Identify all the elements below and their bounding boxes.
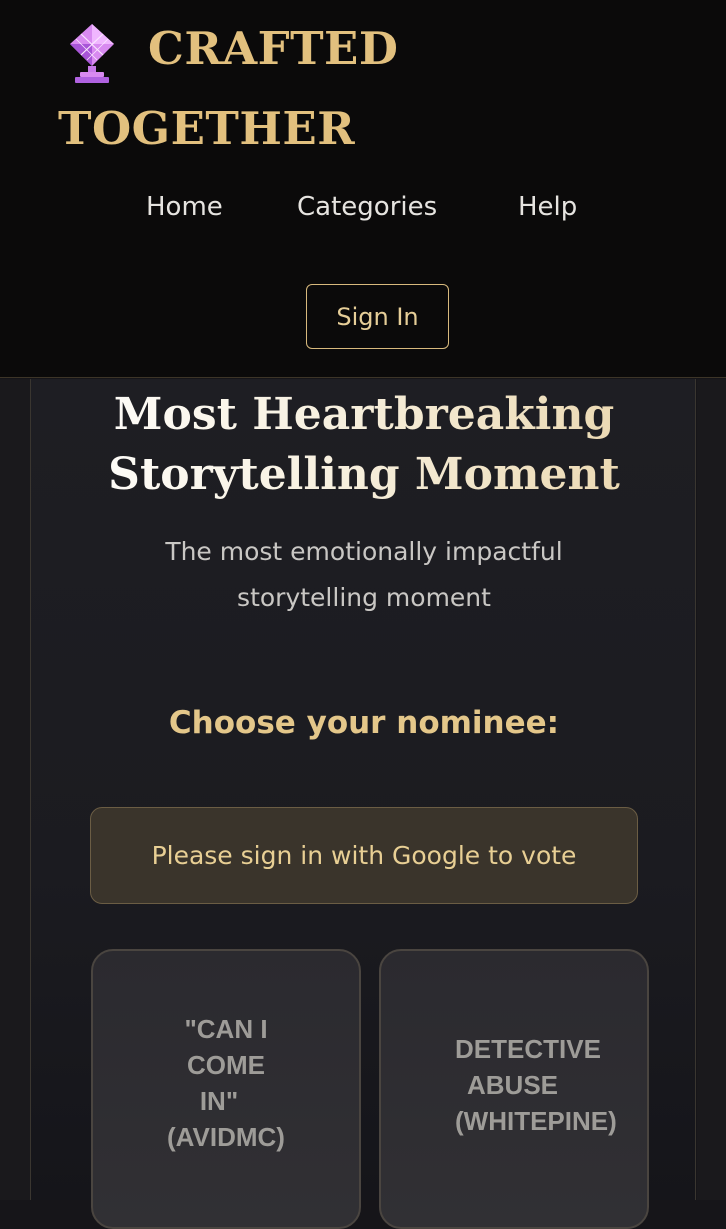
site-header: CRAFTED TOGETHER Home Categories Help Si… <box>0 0 726 378</box>
nominee-label-line2: ABUSE <box>467 1070 559 1100</box>
brand-name-line1: CRAFTED <box>148 22 399 75</box>
nav-home[interactable]: Home <box>146 192 223 222</box>
category-title-line2: Storytelling Moment <box>108 449 620 500</box>
nominee-label-line1: DETECTIVE <box>455 1034 601 1064</box>
page-gutter-right <box>697 379 726 1200</box>
main-nav: Home Categories Help <box>0 192 726 232</box>
category-description-line2: storytelling moment <box>237 583 491 612</box>
category-panel: Most Heartbreaking Storytelling Moment T… <box>30 379 697 1229</box>
nominee-card[interactable]: "CAN I COME IN" (AVIDMC) <box>91 949 361 1229</box>
nominee-label-line3: IN" <box>199 1086 239 1116</box>
nominee-label: DETECTIVE ABUSE (WHITEPINE) <box>455 1031 617 1139</box>
choose-nominee-heading: Choose your nominee: <box>168 705 560 741</box>
brand-name-line2: TOGETHER <box>58 102 356 155</box>
trophy-crystal-icon <box>70 24 114 83</box>
category-title: Most Heartbreaking Storytelling Moment <box>31 385 697 505</box>
category-title-line1: Most Heartbreaking <box>113 389 615 440</box>
nominee-label-line4: (AVIDMC) <box>167 1122 285 1152</box>
nav-categories[interactable]: Categories <box>297 192 437 222</box>
category-description-line1: The most emotionally impactful <box>165 537 563 566</box>
sign-in-button[interactable]: Sign In <box>306 284 449 349</box>
nav-help[interactable]: Help <box>518 192 577 222</box>
sign-in-notice: Please sign in with Google to vote <box>90 807 638 904</box>
category-description: The most emotionally impactful storytell… <box>31 529 697 621</box>
nominee-label: "CAN I COME IN" (AVIDMC) <box>93 1011 359 1155</box>
nominee-label-line2: COME <box>187 1050 265 1080</box>
page-gutter-left <box>0 379 30 1200</box>
nominee-card[interactable]: DETECTIVE ABUSE (WHITEPINE) <box>379 949 649 1229</box>
nominee-label-line3: (WHITEPINE) <box>455 1106 617 1136</box>
nominee-label-line1: "CAN I <box>184 1014 268 1044</box>
